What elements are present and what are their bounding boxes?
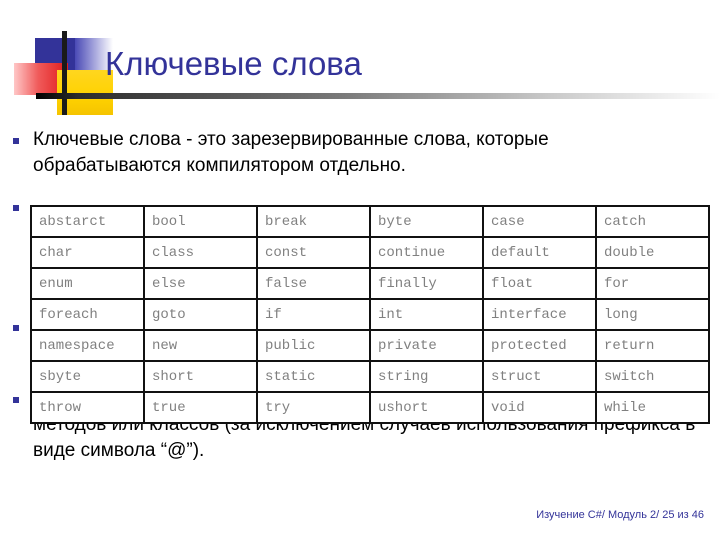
slide-footer: Изучение C#/ Модуль 2/ 25 из 46 xyxy=(536,509,704,521)
decoration-horizontal-rule xyxy=(36,93,720,99)
keyword-cell: sbyte xyxy=(30,360,145,393)
keyword-cell: if xyxy=(256,298,371,331)
keyword-cell: namespace xyxy=(30,329,145,362)
keyword-cell: break xyxy=(256,205,371,238)
bullet-marker-4 xyxy=(13,397,19,403)
keyword-cell: long xyxy=(595,298,710,331)
keyword-cell: protected xyxy=(482,329,597,362)
keyword-cell: catch xyxy=(595,205,710,238)
keyword-cell: void xyxy=(482,391,597,424)
keyword-cell: new xyxy=(143,329,258,362)
table-row: abstarct bool break byte case catch xyxy=(30,205,710,238)
keyword-cell: true xyxy=(143,391,258,424)
keyword-cell: finally xyxy=(369,267,484,300)
table-row: namespace new public private protected r… xyxy=(30,329,710,362)
bullet-marker-3 xyxy=(13,325,19,331)
keyword-cell: false xyxy=(256,267,371,300)
keyword-cell: return xyxy=(595,329,710,362)
keyword-cell: private xyxy=(369,329,484,362)
keyword-cell: ushort xyxy=(369,391,484,424)
keyword-cell: const xyxy=(256,236,371,269)
body-paragraph-1: Ключевые слова - это зарезервированные с… xyxy=(33,129,549,176)
table-row: enum else false finally float for xyxy=(30,267,710,300)
keyword-cell: class xyxy=(143,236,258,269)
keyword-cell: public xyxy=(256,329,371,362)
keyword-cell: foreach xyxy=(30,298,145,331)
page-title: Ключевые слова xyxy=(105,45,362,82)
keyword-cell: else xyxy=(143,267,258,300)
keyword-cell: interface xyxy=(482,298,597,331)
keyword-cell: string xyxy=(369,360,484,393)
keywords-table-body: abstarct bool break byte case catch char… xyxy=(30,205,710,424)
keyword-cell: struct xyxy=(482,360,597,393)
bullet-marker-2 xyxy=(13,205,19,211)
keyword-cell: goto xyxy=(143,298,258,331)
keyword-cell: default xyxy=(482,236,597,269)
keyword-cell: double xyxy=(595,236,710,269)
keyword-cell: case xyxy=(482,205,597,238)
keyword-cell: while xyxy=(595,391,710,424)
table-row: sbyte short static string struct switch xyxy=(30,360,710,393)
keyword-cell: float xyxy=(482,267,597,300)
keyword-cell: static xyxy=(256,360,371,393)
keyword-cell: bool xyxy=(143,205,258,238)
table-row: throw true try ushort void while xyxy=(30,391,710,424)
keyword-cell: continue xyxy=(369,236,484,269)
decoration-vertical-bar xyxy=(62,31,67,115)
keyword-cell: int xyxy=(369,298,484,331)
keyword-cell: char xyxy=(30,236,145,269)
keywords-table: abstarct bool break byte case catch char… xyxy=(30,205,710,424)
keyword-cell: switch xyxy=(595,360,710,393)
keyword-cell: throw xyxy=(30,391,145,424)
bullet-marker-1 xyxy=(13,138,19,144)
keyword-cell: for xyxy=(595,267,710,300)
keyword-cell: abstarct xyxy=(30,205,145,238)
table-row: char class const continue default double xyxy=(30,236,710,269)
keyword-cell: try xyxy=(256,391,371,424)
keyword-cell: enum xyxy=(30,267,145,300)
slide: Ключевые слова Ключевые слова - это заре… xyxy=(0,0,720,540)
table-row: foreach goto if int interface long xyxy=(30,298,710,331)
keyword-cell: byte xyxy=(369,205,484,238)
keyword-cell: short xyxy=(143,360,258,393)
